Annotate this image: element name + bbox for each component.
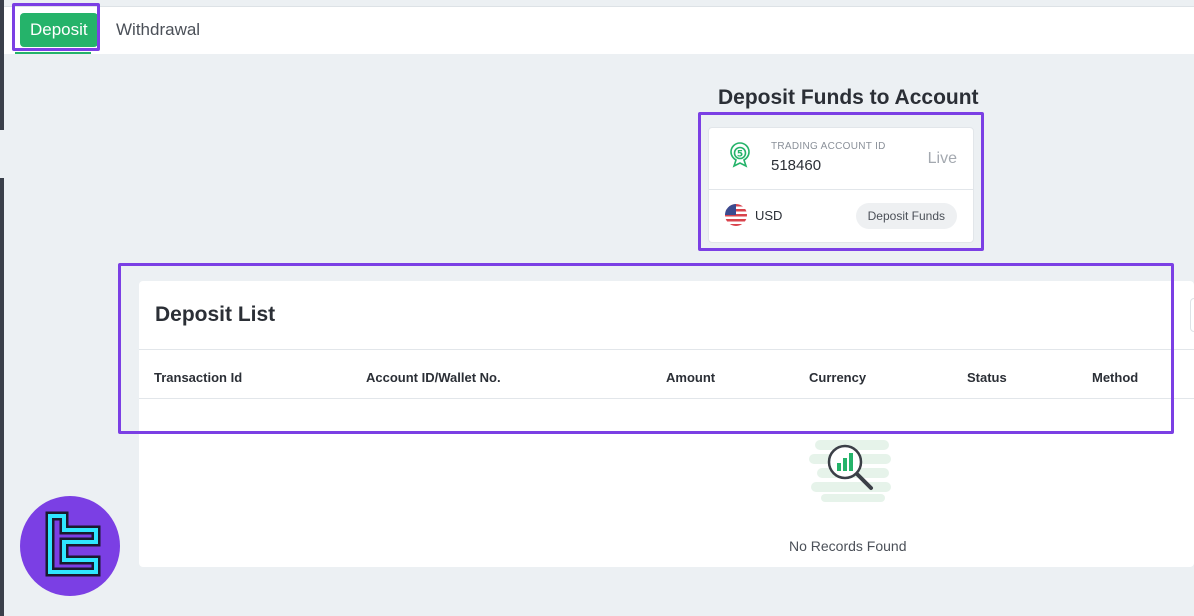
empty-state-message: No Records Found: [789, 538, 907, 554]
tab-withdrawal[interactable]: Withdrawal: [106, 13, 210, 47]
tabs-bar: Deposit Withdrawal: [4, 6, 1194, 54]
left-edge-strip: [0, 178, 4, 616]
list-toolbar-control[interactable]: [1190, 298, 1194, 332]
highlight-box-account-card: [698, 112, 984, 251]
deposit-funds-title: Deposit Funds to Account: [718, 86, 979, 109]
tc-logo: [20, 496, 120, 596]
highlight-box-deposit-list: [118, 263, 1174, 434]
magnifier-chart-icon: [809, 440, 891, 502]
active-tab-indicator: [15, 52, 91, 54]
highlight-box-deposit-tab: [12, 3, 100, 51]
tc-logo-mark: [45, 511, 101, 577]
